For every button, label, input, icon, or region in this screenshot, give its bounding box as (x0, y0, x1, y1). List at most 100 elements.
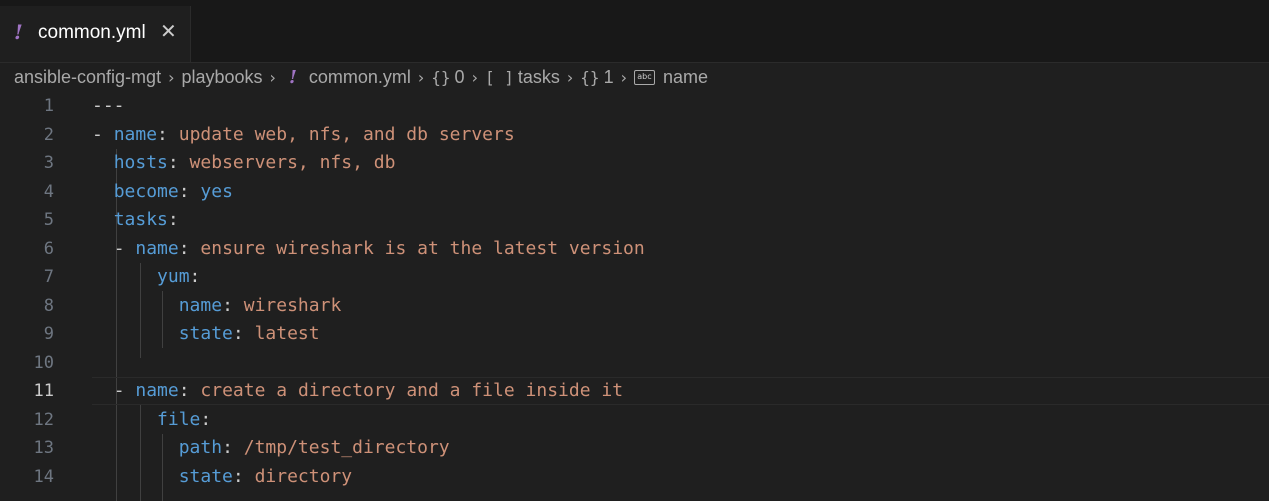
code-line[interactable]: 12 file: (0, 406, 1269, 435)
yaml-key: name (113, 123, 158, 145)
chevron-right-icon: › (566, 67, 574, 87)
breadcrumb: ansible-config-mgt › playbooks › ! commo… (14, 63, 708, 91)
code-text: - name: create a directory and a file in… (92, 377, 623, 405)
code-text: become: yes (92, 178, 233, 206)
breadcrumb-item-index-0[interactable]: 0 (455, 67, 465, 88)
yaml-colon: : (178, 180, 190, 202)
chevron-right-icon: › (269, 67, 276, 87)
yaml-colon: : (222, 294, 233, 316)
chevron-right-icon: › (620, 67, 627, 87)
breadcrumb-item-folder[interactable]: ansible-config-mgt (14, 67, 161, 88)
line-number: 5 (43, 210, 54, 230)
code-editor[interactable]: 1 --- 2- name: update web, nfs, and db ser… (0, 92, 1269, 501)
yaml-key: name (135, 237, 179, 259)
breadcrumb-item-index-1[interactable]: 1 (604, 67, 614, 88)
tab-bar: ! common.yml ✕ (0, 6, 1269, 63)
code-text: --- (92, 92, 125, 120)
code-text: name: wireshark (92, 292, 342, 320)
array-icon: [ ] (484, 67, 514, 87)
code-line[interactable]: 6 - name: ensure wireshark is at the lat… (0, 235, 1269, 264)
chevron-right-icon: › (417, 67, 425, 87)
yaml-colon: : (167, 152, 179, 173)
object-icon: {} (431, 67, 451, 87)
code-line[interactable]: 3 hosts: webservers, nfs, db (0, 149, 1269, 178)
yaml-value: directory (243, 465, 353, 487)
yaml-key: name (178, 294, 223, 316)
yaml-key: hosts (113, 152, 168, 173)
yaml-colon: : (178, 380, 190, 401)
code-line[interactable]: 2 - name: update web, nfs, and db servers (0, 121, 1269, 150)
yaml-value: /tmp/test_directory (232, 437, 450, 458)
list-dash: - (113, 237, 136, 259)
yaml-colon: : (178, 237, 190, 259)
yaml-colon: : (157, 123, 168, 145)
yaml-key: name (135, 380, 179, 401)
code-text: - name: update web, nfs, and db servers (92, 121, 515, 149)
code-text: file: (92, 406, 211, 434)
tab-title: common.yml (38, 22, 146, 43)
string-icon: abc (633, 69, 655, 85)
yaml-value: create a directory and a file inside it (189, 380, 624, 401)
yaml-value: latest (243, 323, 320, 344)
yaml-key: yum (157, 266, 190, 287)
line-number: 13 (33, 438, 54, 458)
yaml-value: --- (92, 95, 125, 116)
code-line[interactable]: 5 tasks: (0, 206, 1269, 235)
editor-window: ! common.yml ✕ ansible-config-mgt › play… (0, 0, 1269, 501)
code-line[interactable]: 7 yum: (0, 263, 1269, 292)
line-number: 4 (43, 181, 54, 202)
breadcrumb-item-tasks[interactable]: tasks (518, 67, 560, 88)
chevron-right-icon: › (471, 67, 478, 87)
line-number: 3 (43, 153, 54, 173)
code-line[interactable]: 13 path: /tmp/test_directory (0, 434, 1269, 463)
yaml-value: yes (189, 180, 233, 202)
code-text: state: latest (92, 320, 320, 348)
code-line[interactable]: 1 --- (0, 92, 1269, 121)
yaml-colon: : (167, 209, 179, 230)
yaml-colon: : (232, 465, 244, 487)
line-number: 1 (43, 96, 54, 116)
code-line[interactable]: 10 (0, 349, 1269, 378)
tab-common-yml[interactable]: ! common.yml ✕ (0, 6, 191, 62)
list-dash: - (92, 123, 114, 145)
code-text: state: directory (92, 463, 352, 491)
object-icon: {} (580, 67, 600, 87)
yaml-key: state (178, 323, 233, 344)
code-line[interactable]: 9 state: latest (0, 320, 1269, 349)
code-line[interactable]: 8 name: wireshark (0, 292, 1269, 321)
breadcrumb-item-file[interactable]: common.yml (309, 67, 411, 88)
close-icon[interactable]: ✕ (160, 19, 177, 43)
yaml-colon: : (189, 266, 201, 287)
line-number: 12 (33, 409, 54, 430)
breadcrumb-item-name[interactable]: name (663, 67, 708, 88)
code-text: hosts: webservers, nfs, db (92, 149, 396, 177)
code-line[interactable]: 11 - name: create a directory and a file… (0, 377, 1269, 406)
chevron-right-icon: › (168, 67, 175, 87)
yaml-key: tasks (113, 209, 168, 230)
yaml-value: webservers, nfs, db (178, 152, 396, 173)
line-number: 11 (33, 381, 54, 401)
code-text: path: /tmp/test_directory (92, 434, 450, 462)
code-text: tasks: (92, 206, 179, 234)
code-line[interactable]: 4 become: yes (0, 178, 1269, 207)
line-number: 2 (43, 124, 54, 145)
yaml-file-icon: ! (288, 66, 297, 88)
code-line[interactable]: 14 state: directory (0, 463, 1269, 492)
yaml-file-icon: ! (14, 20, 23, 44)
breadcrumb-item-playbooks[interactable]: playbooks (181, 67, 262, 88)
yaml-colon: : (200, 408, 212, 430)
yaml-key: file (157, 408, 201, 430)
list-dash: - (113, 380, 136, 401)
line-number: 14 (33, 466, 54, 487)
yaml-value: ensure wireshark is at the latest versio… (189, 237, 645, 259)
